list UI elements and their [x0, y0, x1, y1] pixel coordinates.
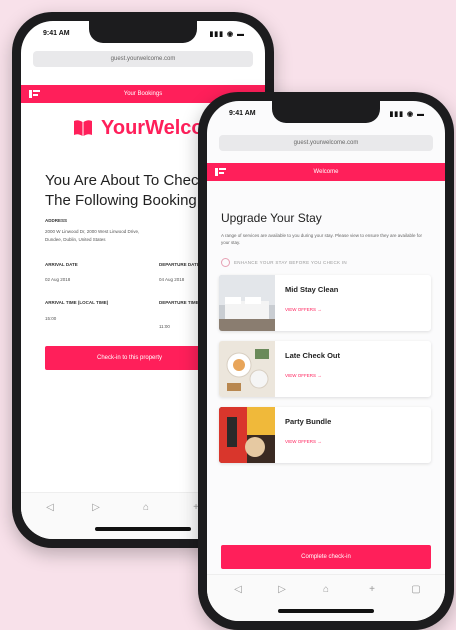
departure-time-value: 11:00 [159, 324, 170, 329]
arrival-date-label: ARRIVAL DATE [45, 262, 78, 267]
browser-url-bar[interactable]: guest.yourwelcome.com [219, 135, 433, 151]
forward-icon[interactable]: ▷ [89, 502, 103, 513]
section-label: ENHANCE YOUR STAY BEFORE YOU CHECK IN [234, 260, 347, 265]
card-title: Late Check Out [285, 351, 341, 360]
back-icon[interactable]: ◁ [231, 584, 245, 595]
header-title: Welcome [313, 169, 339, 175]
menu-icon[interactable] [29, 89, 40, 99]
address-line-2: Dundee, Dublin, United States [45, 237, 106, 242]
phone-notch [89, 21, 197, 43]
add-tab-icon[interactable]: + [365, 584, 379, 595]
share-icon[interactable]: ⌂ [139, 502, 153, 513]
home-indicator [278, 609, 374, 613]
upgrade-card-late-check-out[interactable]: Late Check Out VIEW OFFERS → [219, 341, 431, 397]
front-phone-screen: 9:41 AM ▮▮▮ ◉ ▬ guest.yourwelcome.com We… [207, 101, 445, 621]
status-time: 9:41 AM [43, 30, 70, 37]
view-offers-link[interactable]: VIEW OFFERS → [285, 307, 322, 312]
breakfast-thumbnail [219, 341, 275, 397]
intro-text: A range of services are available to you… [221, 233, 423, 245]
clock-icon [221, 258, 230, 267]
header-title: Your Bookings [123, 91, 163, 97]
phone-notch [272, 101, 380, 123]
forward-icon[interactable]: ▷ [275, 584, 289, 595]
view-offers-link[interactable]: VIEW OFFERS → [285, 439, 322, 444]
departure-date-value: 04 Aug 2018 [159, 277, 185, 282]
address-label: ADDRESS [45, 218, 68, 223]
view-offers-link[interactable]: VIEW OFFERS → [285, 373, 322, 378]
arrival-date-value: 02 Aug 2018 [45, 277, 71, 282]
complete-check-in-button[interactable]: Complete check-in [221, 545, 431, 569]
browser-nav-bar: ◁ ▷ ⌂ + ▢ [207, 574, 445, 621]
party-thumbnail [219, 407, 275, 463]
menu-icon[interactable] [215, 167, 226, 177]
upgrade-card-mid-stay-clean[interactable]: Mid Stay Clean VIEW OFFERS → [219, 275, 431, 331]
departure-time-label: DEPARTURE TIME [159, 300, 199, 305]
arrival-time-label: ARRIVAL TIME (LOCAL TIME) [45, 300, 109, 305]
book-logo-icon [74, 120, 92, 136]
home-indicator [95, 527, 191, 531]
front-phone-mockup: 9:41 AM ▮▮▮ ◉ ▬ guest.yourwelcome.com We… [198, 92, 454, 630]
signal-battery-icon: ▮▮▮ ◉ ▬ [209, 31, 245, 38]
bedroom-thumbnail [219, 275, 275, 331]
share-icon[interactable]: ⌂ [319, 584, 333, 595]
page-title: Upgrade Your Stay [221, 211, 322, 225]
upgrade-card-party-bundle[interactable]: Party Bundle VIEW OFFERS → [219, 407, 431, 463]
card-title: Mid Stay Clean [285, 285, 339, 294]
status-time: 9:41 AM [229, 110, 256, 117]
browser-url-bar[interactable]: guest.yourwelcome.com [33, 51, 253, 67]
departure-date-label: DEPARTURE DATE [159, 262, 200, 267]
back-icon[interactable]: ◁ [43, 502, 57, 513]
signal-battery-icon: ▮▮▮ ◉ ▬ [389, 111, 425, 118]
app-header-bar: Welcome [207, 163, 445, 181]
tabs-icon[interactable]: ▢ [409, 584, 423, 595]
arrival-time-value: 15:00 [45, 316, 57, 321]
address-line-1: 2000 W Linwood Dr, 2000 West Linwood Dri… [45, 229, 140, 234]
card-title: Party Bundle [285, 417, 332, 426]
